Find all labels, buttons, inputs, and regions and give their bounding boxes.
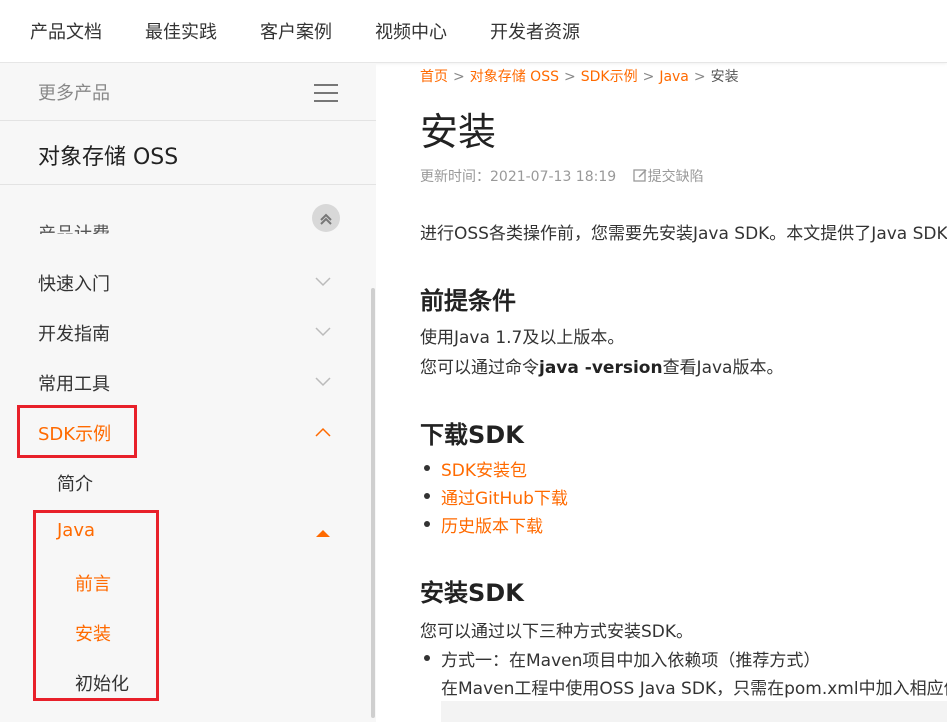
breadcrumb: 首页 > 对象存储 OSS > SDK示例 > Java > 安装: [420, 66, 739, 86]
sidebar-divider: [0, 120, 376, 121]
history-download-link[interactable]: 历史版本下载: [441, 512, 543, 537]
breadcrumb-separator: >: [563, 69, 576, 85]
sdk-package-link[interactable]: SDK安装包: [441, 456, 527, 481]
chevron-down-icon[interactable]: [315, 277, 331, 287]
sidebar-item-dev-guide[interactable]: 开发指南: [38, 320, 110, 346]
sidebar: 更多产品 对象存储 OSS 产品计费 快速入门 开发指南 常用工具 SDK示例 …: [0, 63, 376, 722]
chevron-down-icon[interactable]: [315, 327, 331, 337]
bullet-icon: [424, 521, 430, 527]
sidebar-divider: [0, 184, 376, 185]
bullet-icon: [424, 465, 430, 471]
prereq-line: 使用Java 1.7及以上版本。: [420, 328, 625, 348]
nav-product-docs[interactable]: 产品文档: [30, 18, 102, 44]
top-navigation: 产品文档 最佳实践 客户案例 视频中心 开发者资源: [0, 0, 947, 63]
sidebar-item-intro[interactable]: 简介: [57, 470, 93, 496]
text: 您可以通过命令: [420, 358, 539, 378]
text: 查看Java版本。: [662, 358, 784, 378]
edit-icon[interactable]: [632, 168, 648, 183]
page-title: 安装: [420, 110, 497, 154]
breadcrumb-separator: >: [642, 69, 655, 85]
nav-video-center[interactable]: 视频中心: [375, 18, 447, 44]
main-content: 首页 > 对象存储 OSS > SDK示例 > Java > 安装 安装 更新时间：2021-0…: [376, 63, 947, 722]
chevron-up-icon[interactable]: [315, 427, 331, 437]
updated-time: 更新时间：2021-07-13 18:19: [420, 169, 617, 185]
github-download-link[interactable]: 通过GitHub下载: [441, 484, 568, 509]
command-text: java -version: [539, 358, 663, 378]
section-heading-download: 下载SDK: [420, 421, 524, 449]
nav-best-practices[interactable]: 最佳实践: [145, 18, 217, 44]
nav-developer-resources[interactable]: 开发者资源: [490, 18, 580, 44]
install-method-1: 方式一：在Maven项目中加入依赖项（推荐方式）: [441, 651, 821, 671]
breadcrumb-current: 安装: [710, 69, 739, 85]
intro-text: 进行OSS各类操作前，您需要先安装Java SDK。本文提供了Java SDK: [420, 224, 947, 244]
sidebar-item-billing[interactable]: 产品计费: [38, 220, 110, 234]
breadcrumb-java[interactable]: Java: [659, 69, 689, 85]
breadcrumb-separator: >: [693, 69, 706, 85]
install-method-1-detail: 在Maven工程中使用OSS Java SDK，只需在pom.xml中加入相应依: [441, 679, 947, 699]
more-products-label[interactable]: 更多产品: [38, 79, 110, 105]
breadcrumb-oss[interactable]: 对象存储 OSS: [470, 69, 559, 85]
menu-icon[interactable]: [314, 84, 338, 102]
section-heading-prereq: 前提条件: [420, 287, 516, 315]
bullet-icon: [424, 655, 430, 661]
bullet-icon: [424, 493, 430, 499]
sidebar-scrollbar[interactable]: [371, 288, 375, 718]
caret-up-icon[interactable]: [316, 530, 330, 537]
breadcrumb-sdk[interactable]: SDK示例: [581, 69, 638, 85]
install-line: 您可以通过以下三种方式安装SDK。: [420, 622, 694, 642]
prereq-command-line: 您可以通过命令java -version查看Java版本。: [420, 353, 783, 378]
code-block: [441, 701, 947, 722]
chevron-down-icon[interactable]: [315, 377, 331, 387]
highlight-box-sdk: [17, 405, 137, 458]
highlight-box-java: [33, 510, 159, 701]
report-issue-link[interactable]: 提交缺陷: [648, 169, 704, 185]
product-title: 对象存储 OSS: [38, 145, 179, 170]
sidebar-item-tools[interactable]: 常用工具: [38, 370, 110, 396]
nav-customer-cases[interactable]: 客户案例: [260, 18, 332, 44]
scroll-up-icon[interactable]: [312, 204, 340, 232]
breadcrumb-home[interactable]: 首页: [420, 69, 448, 85]
page-meta: 更新时间：2021-07-13 18:19 提交缺陷: [420, 166, 704, 186]
section-heading-install: 安装SDK: [420, 579, 524, 607]
breadcrumb-separator: >: [453, 69, 465, 85]
sidebar-item-quick-start[interactable]: 快速入门: [38, 270, 110, 296]
